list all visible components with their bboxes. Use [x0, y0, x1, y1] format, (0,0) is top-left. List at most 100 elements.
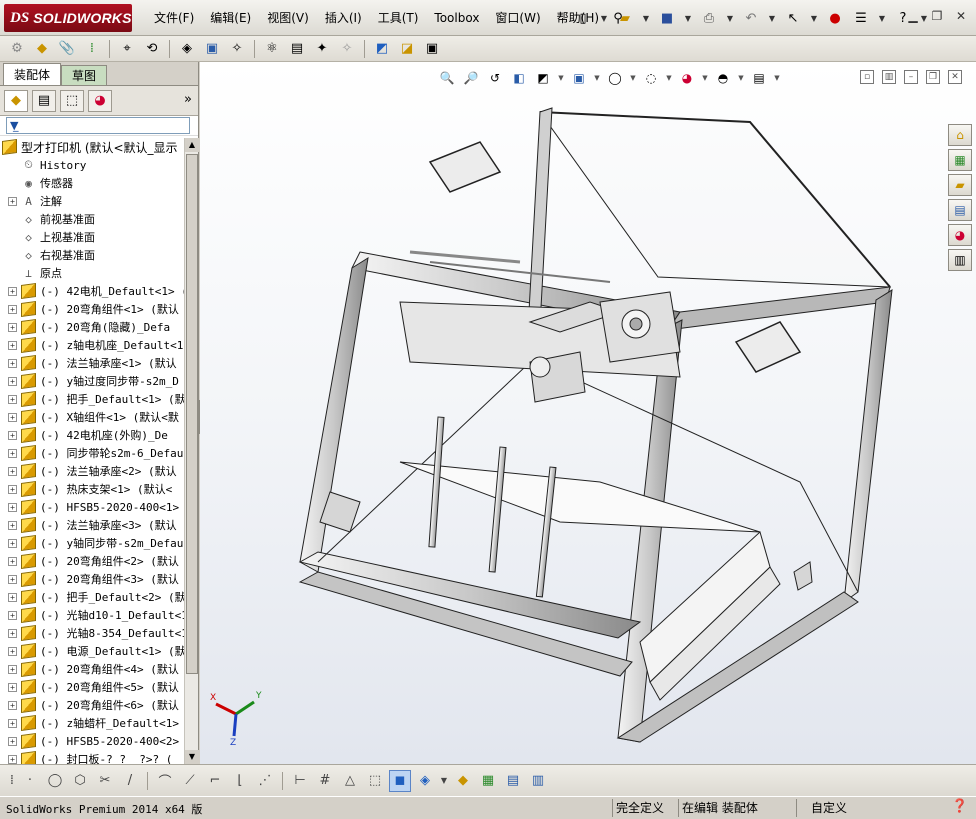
menu-insert[interactable]: 插入(I) — [317, 0, 370, 36]
expand-icon[interactable]: + — [8, 304, 17, 314]
expand-icon[interactable]: + — [8, 646, 17, 656]
centerpoint-arc-icon[interactable]: ⌊ — [229, 770, 251, 792]
expand-icon[interactable]: + — [8, 520, 17, 530]
tree-item[interactable]: + (-) HFSB5-2020-400<1> ( — [0, 498, 184, 516]
tree-item[interactable]: + (-) z轴电机座_Default<1 — [0, 336, 184, 354]
tree-item[interactable]: + (-) y轴同步带-s2m_Defau — [0, 534, 184, 552]
mate-icon[interactable]: 📎 — [56, 38, 78, 60]
dynamic-annotation-icon[interactable]: ◩ — [533, 68, 553, 88]
shaded-view-icon[interactable]: ◼ — [389, 769, 411, 792]
menu-view[interactable]: 视图(V) — [259, 0, 317, 36]
tree-item[interactable]: + (-) 20弯角组件<2> (默认 — [0, 552, 184, 570]
chevron-down-icon[interactable]: ▼ — [598, 7, 610, 29]
smart-fasteners-icon[interactable]: ⌖ — [116, 38, 138, 60]
zoom-to-fit-icon[interactable]: 🔍 — [437, 68, 457, 88]
tree-item[interactable]: + (-) y轴过度同步带-s2m_D — [0, 372, 184, 390]
expand-icon[interactable]: + — [8, 682, 17, 692]
chevron-down-icon[interactable]: ▼ — [724, 7, 736, 29]
expand-icon[interactable]: + — [8, 196, 17, 206]
expand-icon[interactable]: + — [8, 754, 17, 764]
viewport-tile-icon[interactable]: ▫ — [860, 70, 874, 84]
edit-appearance-icon[interactable]: ◕ — [677, 68, 697, 88]
view-palette-icon[interactable]: ▤ — [948, 199, 972, 221]
reference-geometry-icon[interactable]: ✧ — [226, 38, 248, 60]
property-manager-icon[interactable]: ▤ — [32, 89, 56, 112]
tree-item[interactable]: ◇ 前视基准面 — [0, 210, 184, 228]
chevron-down-icon[interactable]: ▼ — [439, 770, 449, 792]
tree-item[interactable]: + (-) X轴组件<1> (默认<默 — [0, 408, 184, 426]
tree-root-assembly[interactable]: 型才打印机 (默认<默认_显示 — [0, 138, 184, 156]
file-explorer-icon[interactable]: ▰ — [948, 174, 972, 196]
tree-scrollbar[interactable]: ▲ ▼ — [184, 138, 199, 764]
point-icon[interactable]: · — [19, 770, 41, 792]
new-part-icon[interactable]: ◆ — [31, 38, 53, 60]
smart-dimension-icon[interactable]: ⊢ — [289, 770, 311, 792]
expand-icon[interactable]: + — [8, 610, 17, 620]
expand-icon[interactable]: + — [8, 358, 17, 368]
expand-icon[interactable]: + — [8, 736, 17, 746]
tree-item[interactable]: + (-) 20弯角组件<6> (默认 — [0, 696, 184, 714]
status-units[interactable]: 自定义 — [796, 799, 926, 817]
rebuild-icon[interactable]: ● — [824, 7, 846, 29]
expand-icon[interactable]: + — [8, 556, 17, 566]
printer-3d-model[interactable] — [200, 62, 976, 764]
chevron-down-icon[interactable]: ▼ — [593, 68, 601, 88]
scroll-up-icon[interactable]: ▲ — [185, 138, 199, 152]
filter-input[interactable]: ▼̲ — [6, 117, 190, 134]
print-icon[interactable]: ⎙ — [698, 7, 720, 29]
exploded-view-icon[interactable]: ✦ — [311, 38, 333, 60]
corner-rectangle-icon[interactable]: ⌐ — [204, 770, 226, 792]
tree-item[interactable]: + (-) 20弯角(隐藏)_Defa — [0, 318, 184, 336]
apply-scene-icon[interactable]: ◓ — [713, 68, 733, 88]
tree-item[interactable]: + (-) 20弯角组件<3> (默认 — [0, 570, 184, 588]
expand-icon[interactable]: + — [8, 574, 17, 584]
menu-toolbox[interactable]: Toolbox — [426, 0, 487, 36]
tab-assembly[interactable]: 装配体 — [3, 63, 62, 85]
tree-item[interactable]: + (-) 法兰轴承座<2> (默认 — [0, 462, 184, 480]
close-icon[interactable]: ✕ — [952, 8, 970, 24]
component-icon[interactable]: ◆ — [452, 770, 474, 792]
expand-icon[interactable]: + — [8, 322, 17, 332]
update-speedpak-icon[interactable]: ◪ — [396, 38, 418, 60]
chevron-down-icon[interactable]: ▼ — [701, 68, 709, 88]
insert-component-icon[interactable]: ⚙ — [6, 38, 28, 60]
expand-icon[interactable]: + — [8, 484, 17, 494]
expand-icon[interactable]: + — [8, 502, 17, 512]
display-manager-icon[interactable]: ◕ — [88, 89, 112, 112]
view-cube-icon[interactable]: ◈ — [414, 770, 436, 792]
new-motion-study-icon[interactable]: ⚛ — [261, 38, 283, 60]
tree-item[interactable]: + (-) 光轴8-354_Default<1 — [0, 624, 184, 642]
design-library-icon[interactable]: ▦ — [948, 149, 972, 171]
select-arrow-icon[interactable]: ↖ — [782, 7, 804, 29]
menu-window[interactable]: 窗口(W) — [487, 0, 548, 36]
tree-item[interactable]: + (-) 法兰轴承座<3> (默认 — [0, 516, 184, 534]
chevron-down-icon[interactable]: ▼ — [737, 68, 745, 88]
tree-item[interactable]: + (-) 20弯角组件<4> (默认 — [0, 660, 184, 678]
section-view-icon[interactable]: ◧ — [509, 68, 529, 88]
expand-icon[interactable]: + — [8, 286, 17, 296]
expand-icon[interactable]: + — [8, 466, 17, 476]
move-component-icon[interactable]: ⟲ — [141, 38, 163, 60]
tree-item[interactable]: + (-) 同步带轮s2m-6_Defau — [0, 444, 184, 462]
viewport-minimize-icon[interactable]: – — [904, 70, 918, 84]
box-icon[interactable]: ⬚ — [364, 770, 386, 792]
expand-panel-icon[interactable]: » — [184, 92, 192, 107]
scroll-thumb[interactable] — [186, 154, 198, 674]
chevron-down-icon[interactable]: ▼ — [808, 7, 820, 29]
linear-pattern-icon[interactable]: ⁞ — [81, 38, 103, 60]
tree-item[interactable]: + (-) 把手_Default<2> (默 — [0, 588, 184, 606]
options-icon[interactable]: ☰ — [850, 7, 872, 29]
configuration-manager-icon[interactable]: ⬚ — [60, 89, 84, 112]
dashed-line-icon[interactable]: ⋰ — [254, 770, 276, 792]
chevron-down-icon[interactable]: ▼ — [682, 7, 694, 29]
trim-icon[interactable]: ✂ — [94, 770, 116, 792]
tree-item[interactable]: ◇ 右视基准面 — [0, 246, 184, 264]
expand-icon[interactable]: + — [8, 628, 17, 638]
undo-icon[interactable]: ↶ — [740, 7, 762, 29]
minimize-icon[interactable]: ▁ — [904, 8, 922, 24]
tree-item[interactable]: + (-) 热床支架<1> (默认< — [0, 480, 184, 498]
tree-item[interactable]: ⏲ History — [0, 156, 184, 174]
explode-icon[interactable]: ▦ — [477, 770, 499, 792]
chevron-down-icon[interactable]: ▼ — [557, 68, 565, 88]
tree-item[interactable]: + (-) 42电机_Default<1> ( — [0, 282, 184, 300]
